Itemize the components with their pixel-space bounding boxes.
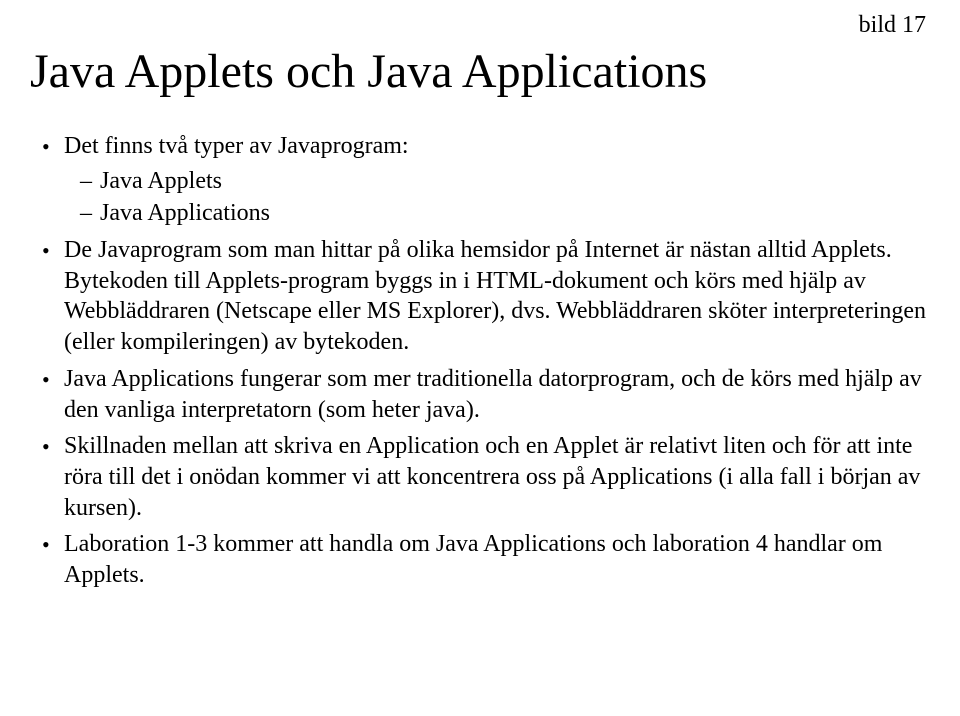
bullet-text: Laboration 1-3 kommer att handla om Java… <box>64 531 882 588</box>
slide: bild 17 Java Applets och Java Applicatio… <box>0 0 960 716</box>
list-item: Java Applets <box>86 166 930 197</box>
list-item: Det finns två typer av Javaprogram: Java… <box>52 131 930 229</box>
bullet-text: Det finns två typer av Javaprogram: <box>64 133 409 159</box>
bullet-text: Java Applications fungerar som mer tradi… <box>64 366 922 423</box>
sub-list: Java Applets Java Applications <box>86 166 930 229</box>
bullet-text: Java Applications <box>100 200 270 226</box>
slide-number: bild 17 <box>859 12 926 39</box>
bullet-text: Skillnaden mellan att skriva en Applicat… <box>64 433 920 520</box>
list-item: Laboration 1-3 kommer att handla om Java… <box>52 529 930 590</box>
list-item: Skillnaden mellan att skriva en Applicat… <box>52 431 930 523</box>
list-item: Java Applications <box>86 198 930 229</box>
slide-title: Java Applets och Java Applications <box>30 46 930 99</box>
list-item: Java Applications fungerar som mer tradi… <box>52 364 930 425</box>
bullet-list: Det finns två typer av Javaprogram: Java… <box>30 131 930 591</box>
bullet-text: Java Applets <box>100 168 222 194</box>
bullet-text: De Javaprogram som man hittar på olika h… <box>64 237 926 355</box>
list-item: De Javaprogram som man hittar på olika h… <box>52 235 930 358</box>
